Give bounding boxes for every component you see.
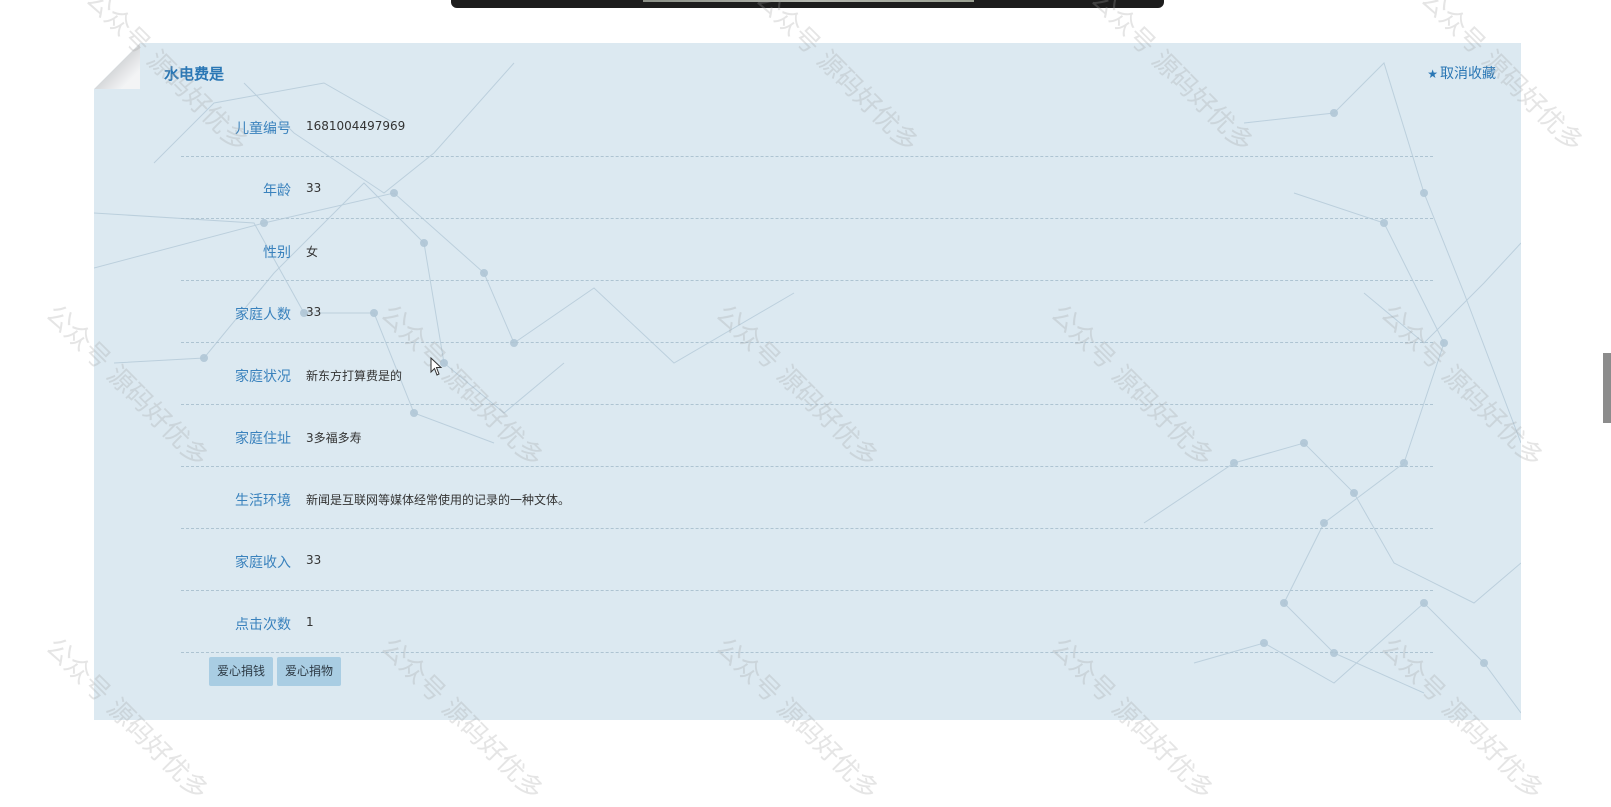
field-row-child-id: 儿童编号 1681004497969: [181, 95, 1433, 157]
field-row-living-environment: 生活环境 新闻是互联网等媒体经常使用的记录的一种文体。: [181, 467, 1433, 529]
field-value: 33: [306, 553, 322, 567]
unfavorite-label: 取消收藏: [1440, 66, 1496, 82]
top-banner-image: [451, 0, 1164, 8]
field-row-family-size: 家庭人数 33: [181, 281, 1433, 343]
field-value: 新东方打算费是的: [306, 369, 403, 383]
card-title: 水电费是: [164, 65, 225, 83]
field-row-click-count: 点击次数 1: [181, 591, 1433, 653]
field-row-family-income: 家庭收入 33: [181, 529, 1433, 591]
field-value: 1681004497969: [306, 119, 406, 133]
field-label: 儿童编号: [235, 121, 291, 137]
field-value: 1: [306, 615, 314, 629]
field-label: 家庭住址: [235, 431, 291, 447]
field-label: 生活环境: [235, 493, 291, 509]
field-value: 女: [306, 245, 319, 259]
field-label: 性别: [263, 245, 291, 261]
top-banner-photo: [643, 0, 974, 2]
donate-goods-button[interactable]: 爱心捐物: [277, 657, 342, 686]
field-row-age: 年龄 33: [181, 157, 1433, 219]
field-label: 家庭收入: [235, 555, 291, 571]
field-row-family-address: 家庭住址 3多福多寿: [181, 405, 1433, 467]
field-label: 年龄: [263, 183, 291, 199]
field-value: 3多福多寿: [306, 431, 362, 445]
field-label: 家庭人数: [235, 307, 291, 323]
star-icon: ★: [1427, 67, 1438, 81]
field-row-gender: 性别 女: [181, 219, 1433, 281]
field-label: 点击次数: [235, 617, 291, 633]
field-value: 33: [306, 305, 322, 319]
action-buttons: 爱心捐钱 爱心捐物: [209, 657, 345, 686]
field-label: 家庭状况: [235, 369, 291, 385]
donate-money-button[interactable]: 爱心捐钱: [209, 657, 274, 686]
detail-card: 水电费是 ★ 取消收藏 儿童编号 1681004497969 年龄 33 性别 女…: [94, 43, 1521, 720]
detail-fields: 儿童编号 1681004497969 年龄 33 性别 女 家庭人数 33 家庭…: [181, 95, 1433, 653]
page-fold-corner: [94, 43, 140, 89]
scrollbar-thumb[interactable]: [1603, 353, 1611, 423]
unfavorite-link[interactable]: ★ 取消收藏: [1427, 63, 1496, 83]
field-value: 新闻是互联网等媒体经常使用的记录的一种文体。: [306, 493, 571, 507]
field-value: 33: [306, 181, 322, 195]
mouse-cursor-icon: [430, 357, 443, 376]
field-row-family-status: 家庭状况 新东方打算费是的: [181, 343, 1433, 405]
